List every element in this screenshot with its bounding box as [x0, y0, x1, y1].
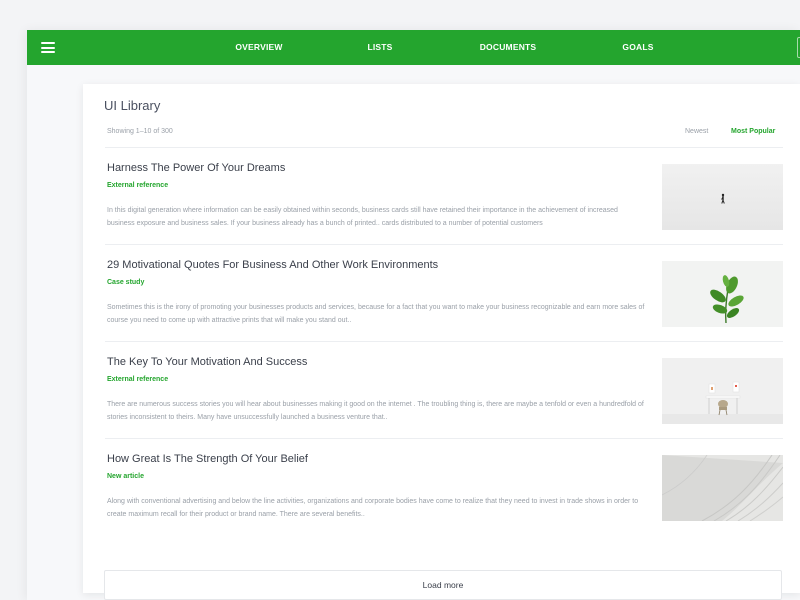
- results-count: Showing 1–10 of 300: [107, 128, 173, 135]
- article-item: 29 Motivational Quotes For Business And …: [105, 244, 783, 341]
- nav-item-documents[interactable]: DOCUMENTS: [480, 30, 537, 65]
- article-thumbnail-green-plant[interactable]: [662, 261, 783, 327]
- article-tag: External reference: [107, 376, 169, 383]
- nav-item-overview[interactable]: OVERVIEW: [235, 30, 282, 65]
- article-title[interactable]: The Key To Your Motivation And Success: [107, 356, 307, 368]
- article-thumbnail-desk-and-chair[interactable]: [662, 358, 783, 424]
- article-item: How Great Is The Strength Of Your Belief…: [105, 438, 783, 535]
- nav-item-lists[interactable]: LISTS: [367, 30, 392, 65]
- app-window: OVERVIEW LISTS DOCUMENTS GOALS UI Librar…: [27, 30, 800, 600]
- article-description: In this digital generation where informa…: [107, 207, 618, 227]
- menu-icon[interactable]: [41, 42, 55, 53]
- article-item: The Key To Your Motivation And Success E…: [105, 341, 783, 438]
- article-tag: External reference: [107, 182, 169, 189]
- article-title[interactable]: 29 Motivational Quotes For Business And …: [107, 259, 438, 271]
- article-description: There are numerous success stories you w…: [107, 401, 644, 421]
- article-description: Sometimes this is the irony of promoting…: [107, 304, 645, 324]
- article-thumbnail-person-in-snow[interactable]: [662, 164, 783, 230]
- article-tag: New article: [107, 473, 144, 480]
- sort-newest-link[interactable]: Newest: [685, 128, 708, 135]
- article-title[interactable]: Harness The Power Of Your Dreams: [107, 162, 285, 174]
- nav-item-goals[interactable]: GOALS: [622, 30, 653, 65]
- library-card: UI Library Showing 1–10 of 300 Newest Mo…: [83, 84, 800, 600]
- sort-most-popular-link[interactable]: Most Popular: [731, 128, 775, 135]
- page-title: UI Library: [104, 98, 161, 113]
- article-description: Along with conventional advertising and …: [107, 498, 639, 518]
- article-tag: Case study: [107, 279, 145, 286]
- article-item: Harness The Power Of Your Dreams Externa…: [105, 147, 783, 244]
- top-nav: OVERVIEW LISTS DOCUMENTS GOALS: [27, 30, 800, 65]
- article-thumbnail-stone-steps[interactable]: [662, 455, 783, 521]
- load-more-button[interactable]: Load more: [104, 570, 782, 600]
- article-title[interactable]: How Great Is The Strength Of Your Belief: [107, 453, 308, 465]
